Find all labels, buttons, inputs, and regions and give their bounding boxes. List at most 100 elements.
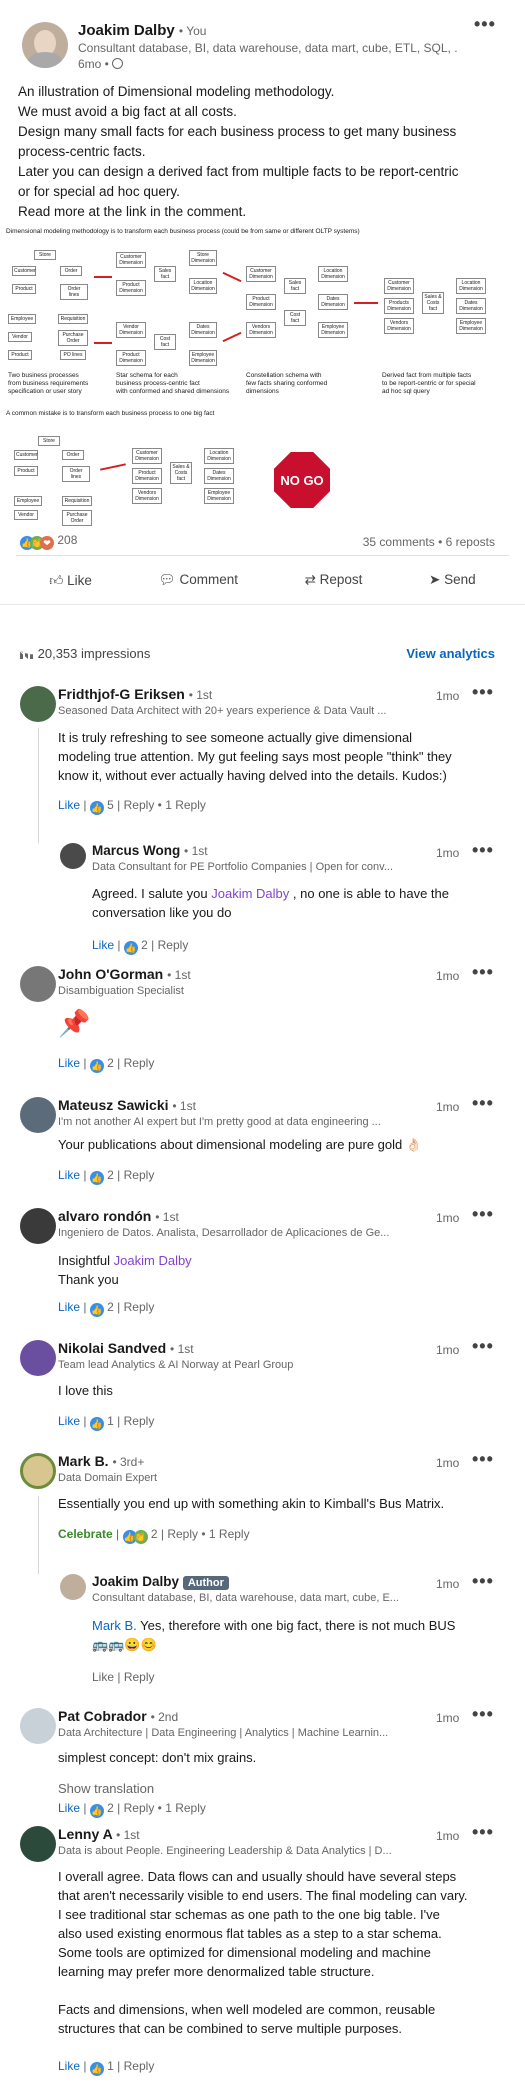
arrow bbox=[222, 331, 242, 343]
commenter[interactable]: Mark B. • 3rd+ bbox=[58, 1453, 144, 1469]
reaction-count[interactable]: 2 bbox=[141, 938, 148, 952]
more-options-icon[interactable]: ••• bbox=[472, 1571, 494, 1592]
reaction-count[interactable]: 1 bbox=[107, 2059, 114, 2073]
reaction-count[interactable]: 2 bbox=[107, 1801, 114, 1815]
comments-reposts-count[interactable]: 35 comments • 6 reposts bbox=[363, 535, 495, 549]
commenter-name[interactable]: Marcus Wong bbox=[92, 843, 180, 858]
commenter[interactable]: Mateusz Sawicki • 1st bbox=[58, 1097, 196, 1113]
commenter-avatar[interactable] bbox=[60, 843, 86, 869]
like-comment-button[interactable]: Like bbox=[58, 798, 80, 812]
post-image[interactable]: Dimensional modeling methodology is to t… bbox=[4, 226, 509, 526]
reaction-count[interactable]: 5 bbox=[107, 798, 114, 812]
commenter[interactable]: John O'Gorman • 1st bbox=[58, 966, 191, 982]
commenter-avatar[interactable] bbox=[20, 686, 56, 722]
reactions-count[interactable]: 208 bbox=[57, 533, 77, 547]
commenter-name[interactable]: Joakim Dalby bbox=[92, 1574, 179, 1589]
commenter-avatar[interactable] bbox=[20, 1097, 56, 1133]
repost-button[interactable]: ⇄ Repost bbox=[305, 572, 363, 588]
commenter[interactable]: Marcus Wong • 1st bbox=[92, 843, 208, 858]
mention-link[interactable]: Mark B. bbox=[92, 1618, 137, 1633]
like-button[interactable]: 👍︎ Like bbox=[49, 572, 92, 589]
commenter-name[interactable]: Mateusz Sawicki bbox=[58, 1097, 169, 1113]
like-comment-button[interactable]: Like bbox=[58, 1801, 80, 1815]
diagram-box: Product bbox=[8, 350, 32, 360]
reaction-count[interactable]: 2 bbox=[107, 1056, 114, 1070]
like-comment-button[interactable]: Like bbox=[58, 1168, 80, 1182]
commenter-avatar[interactable] bbox=[20, 1208, 56, 1244]
commenter[interactable]: Nikolai Sandved • 1st bbox=[58, 1340, 194, 1356]
reply-button[interactable]: Reply bbox=[124, 2059, 155, 2073]
replies-count[interactable]: 1 Reply bbox=[165, 1801, 206, 1815]
reply-button[interactable]: Reply bbox=[124, 1670, 155, 1684]
reply-button[interactable]: Reply bbox=[124, 798, 155, 812]
like-reaction-icon: 👍 bbox=[89, 1171, 104, 1185]
reactions-summary[interactable]: 👍👏❤ 208 bbox=[20, 533, 77, 550]
commenter-name[interactable]: alvaro rondón bbox=[58, 1208, 151, 1224]
more-options-icon[interactable]: ••• bbox=[472, 1704, 494, 1725]
reply-button[interactable]: Reply bbox=[124, 1056, 155, 1070]
more-options-icon[interactable]: ••• bbox=[472, 840, 494, 861]
commenter-avatar[interactable] bbox=[20, 1708, 56, 1744]
reply-button[interactable]: Reply bbox=[124, 1414, 155, 1428]
commenter-avatar[interactable] bbox=[20, 1340, 56, 1376]
comment-button[interactable]: 💬︎ Comment bbox=[159, 572, 238, 588]
commenter-name[interactable]: John O'Gorman bbox=[58, 966, 163, 982]
commenter-name[interactable]: Lenny A bbox=[58, 1826, 112, 1842]
comment-time: 1mo bbox=[436, 1829, 460, 1843]
reaction-count[interactable]: 2 bbox=[107, 1168, 114, 1182]
commenter-name[interactable]: Mark B. bbox=[58, 1453, 109, 1469]
like-comment-button[interactable]: Like bbox=[58, 1414, 80, 1428]
commenter-name[interactable]: Nikolai Sandved bbox=[58, 1340, 166, 1356]
post-time: 6mo • bbox=[78, 57, 124, 71]
more-options-icon[interactable]: ••• bbox=[472, 682, 494, 703]
author-name[interactable]: Joakim Dalby bbox=[78, 22, 175, 39]
commenter-avatar[interactable] bbox=[60, 1574, 86, 1600]
commenter-avatar[interactable] bbox=[20, 966, 56, 1002]
send-label: Send bbox=[444, 572, 476, 587]
reply-button[interactable]: Reply bbox=[124, 1168, 155, 1182]
like-comment-button[interactable]: Like bbox=[58, 2059, 80, 2073]
comment-text: Insightful Joakim Dalby Thank you bbox=[58, 1251, 192, 1289]
commenter-name[interactable]: Pat Cobrador bbox=[58, 1708, 147, 1724]
reaction-count[interactable]: 2 bbox=[107, 1300, 114, 1314]
mention-link[interactable]: Joakim Dalby bbox=[114, 1253, 192, 1268]
celebrate-comment-button[interactable]: Celebrate bbox=[58, 1527, 113, 1541]
reply-button[interactable]: Reply bbox=[158, 938, 189, 952]
reply-button[interactable]: Reply bbox=[167, 1527, 198, 1541]
like-comment-button[interactable]: Like bbox=[58, 1056, 80, 1070]
commenter-name[interactable]: Fridthjof-G Eriksen bbox=[58, 686, 185, 702]
commenter[interactable]: Joakim Dalby Author bbox=[92, 1574, 229, 1590]
commenter[interactable]: Fridthjof-G Eriksen • 1st bbox=[58, 686, 212, 702]
comment-line: know it, without ever actually having de… bbox=[58, 768, 447, 783]
like-comment-button[interactable]: Like bbox=[92, 938, 114, 952]
more-options-icon[interactable]: ••• bbox=[472, 962, 494, 983]
replies-count[interactable]: 1 Reply bbox=[165, 798, 206, 812]
show-translation-button[interactable]: Show translation bbox=[58, 1781, 154, 1796]
like-comment-button[interactable]: Like bbox=[92, 1670, 114, 1684]
more-options-icon[interactable]: ••• bbox=[472, 1204, 494, 1225]
like-comment-button[interactable]: Like bbox=[58, 1300, 80, 1314]
post-author[interactable]: Joakim Dalby • You bbox=[78, 22, 206, 39]
diagram-box: Store bbox=[38, 436, 60, 446]
replies-count[interactable]: 1 Reply bbox=[209, 1527, 250, 1541]
reaction-count[interactable]: 1 bbox=[107, 1414, 114, 1428]
more-options-icon[interactable]: ••• bbox=[472, 1336, 494, 1357]
more-options-icon[interactable]: ••• bbox=[472, 1449, 494, 1470]
more-options-icon[interactable]: ••• bbox=[472, 1822, 494, 1843]
reply-button[interactable]: Reply bbox=[124, 1300, 155, 1314]
more-options-icon[interactable]: ••• bbox=[472, 1093, 494, 1114]
commenter-avatar[interactable] bbox=[20, 1826, 56, 1862]
reply-button[interactable]: Reply bbox=[124, 1801, 155, 1815]
diagram-box: Requisition bbox=[62, 496, 92, 506]
commenter[interactable]: Lenny A • 1st bbox=[58, 1826, 140, 1842]
view-analytics-link[interactable]: View analytics bbox=[406, 646, 495, 661]
reaction-count[interactable]: 2 bbox=[151, 1527, 158, 1541]
commenter-avatar[interactable] bbox=[20, 1453, 56, 1489]
more-options-icon[interactable]: ••• bbox=[474, 14, 496, 35]
send-button[interactable]: ➤ Send bbox=[429, 572, 476, 588]
author-avatar[interactable] bbox=[22, 22, 68, 68]
mention-link[interactable]: Joakim Dalby bbox=[211, 886, 289, 901]
diagram-box: Dates Dimension bbox=[204, 468, 234, 484]
commenter[interactable]: alvaro rondón • 1st bbox=[58, 1208, 179, 1224]
commenter[interactable]: Pat Cobrador • 2nd bbox=[58, 1708, 178, 1724]
